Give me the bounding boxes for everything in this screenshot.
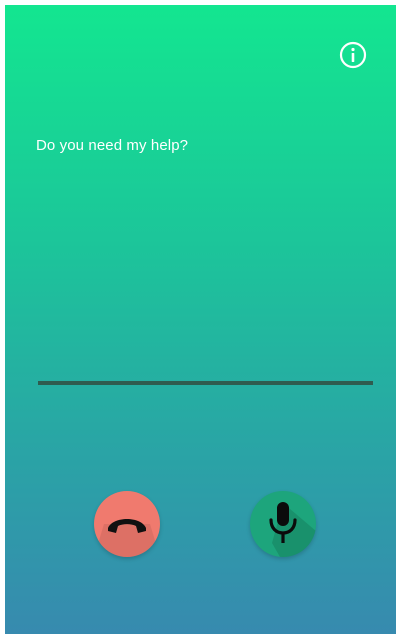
microphone-icon — [269, 502, 297, 543]
microphone-button[interactable] — [250, 491, 316, 557]
assistant-screen: Do you need my help? — [5, 5, 396, 634]
info-button[interactable] — [338, 40, 368, 70]
speech-input-line[interactable] — [38, 381, 373, 385]
assistant-prompt-text: Do you need my help? — [36, 137, 189, 154]
hangup-button[interactable] — [94, 491, 160, 557]
info-icon — [339, 41, 367, 69]
phone-hangup-icon — [108, 519, 146, 533]
